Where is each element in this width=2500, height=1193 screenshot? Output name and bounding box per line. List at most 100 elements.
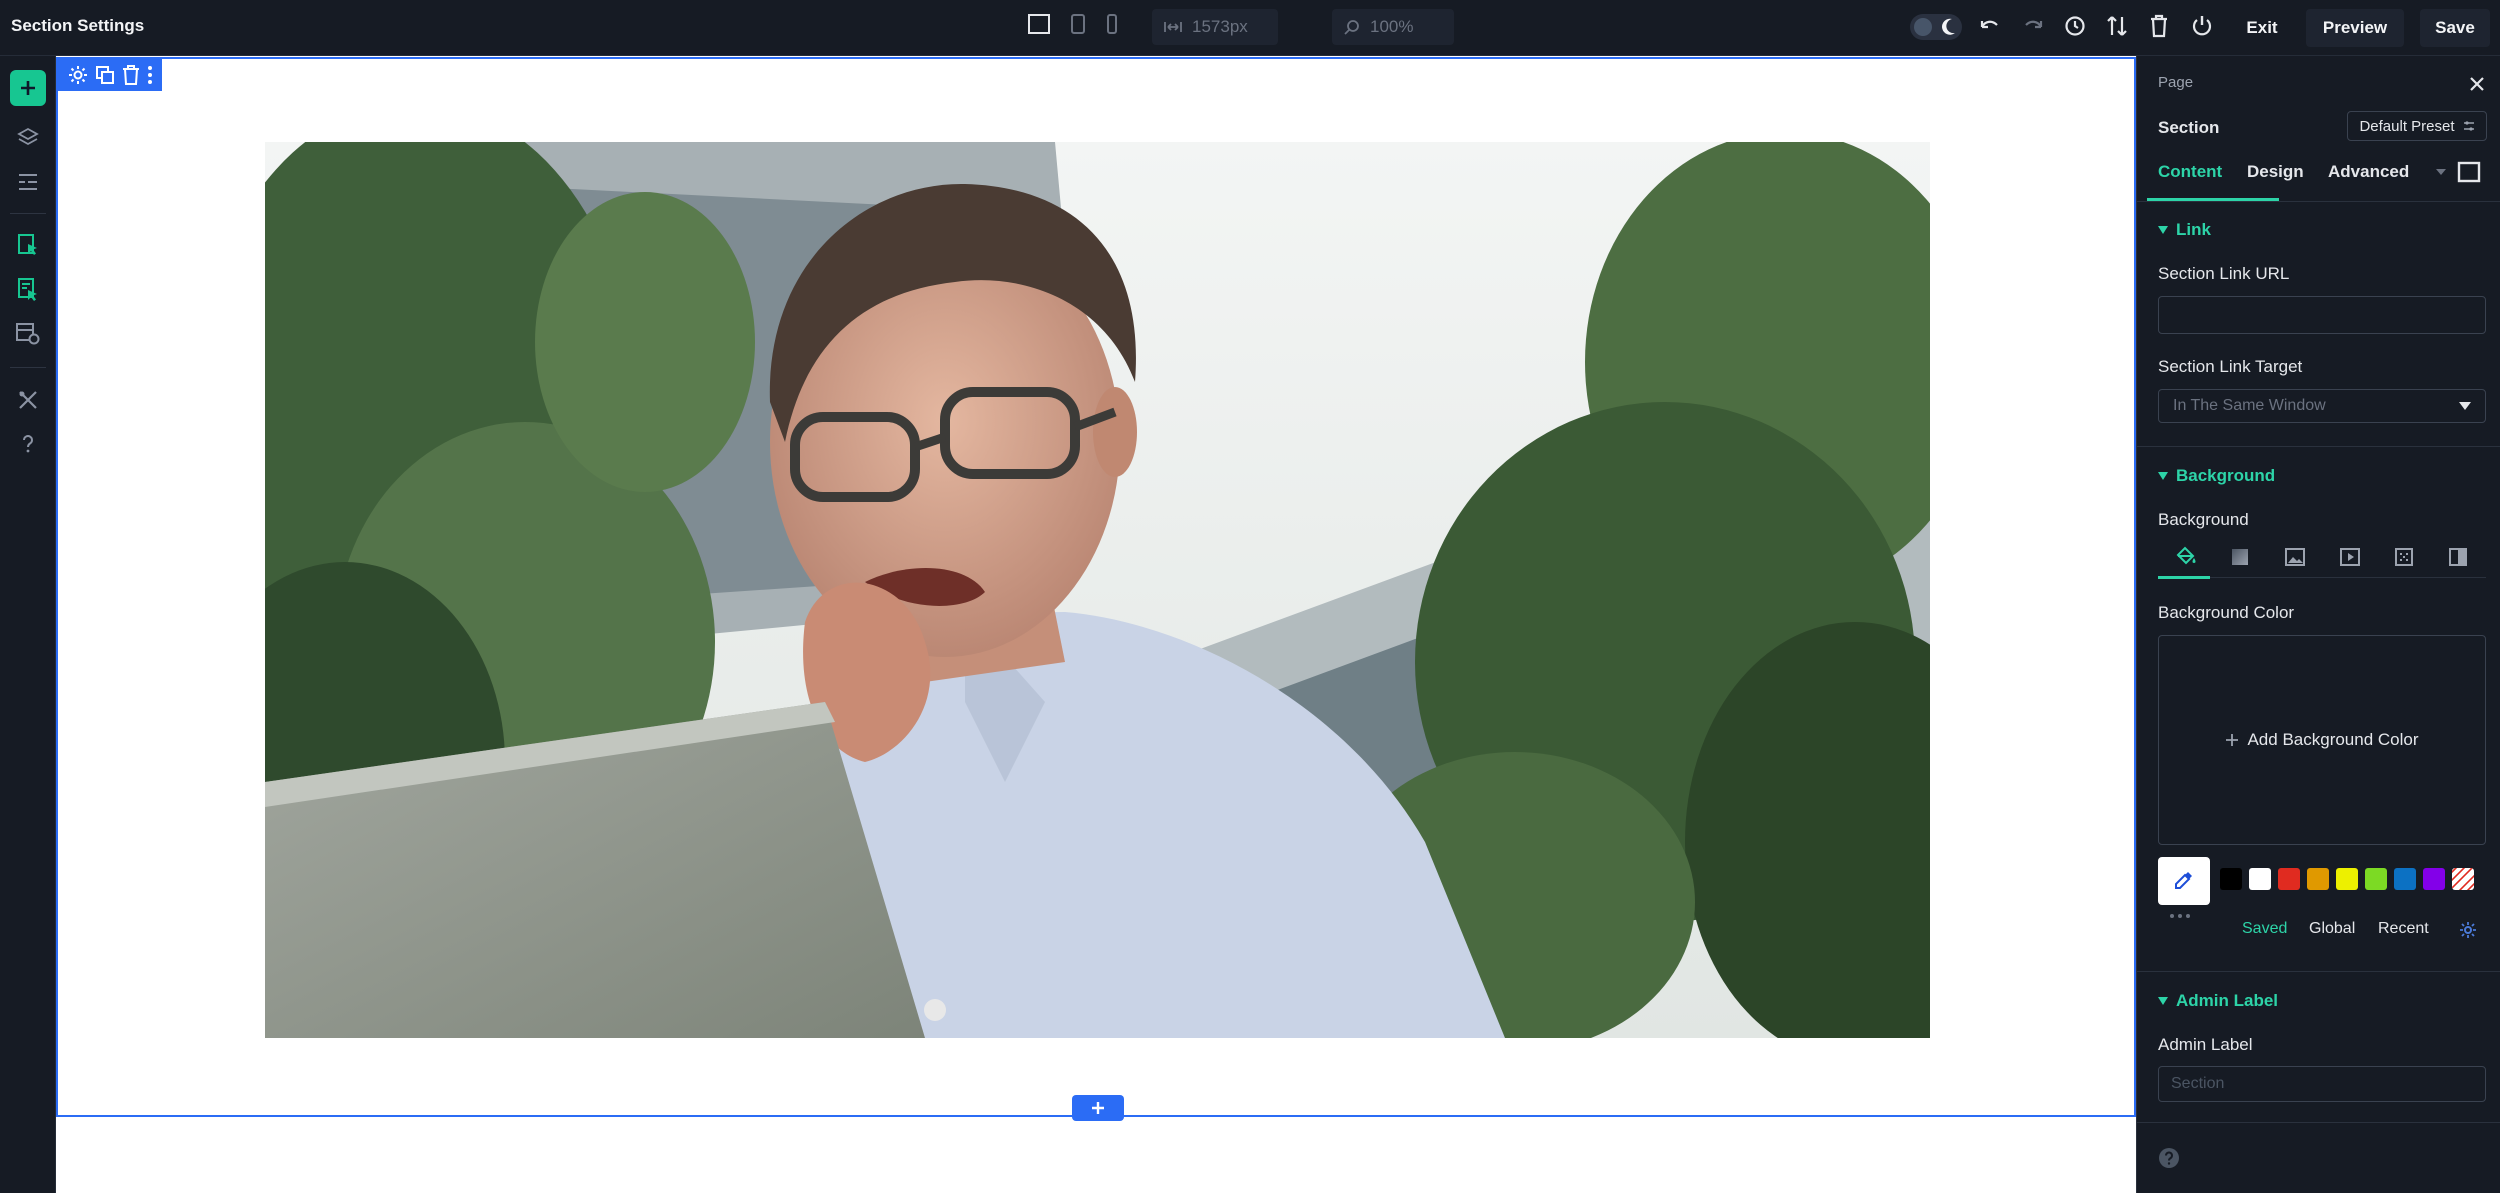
pattern-icon[interactable] bbox=[2395, 548, 2413, 566]
add-row-button[interactable] bbox=[1072, 1095, 1124, 1121]
color-picker-button[interactable] bbox=[2158, 857, 2210, 905]
color-fill-icon[interactable] bbox=[2175, 546, 2197, 566]
link-group-title: Link bbox=[2176, 220, 2211, 239]
power-icon[interactable] bbox=[2191, 14, 2213, 38]
panel-element-title: Section bbox=[2158, 118, 2220, 137]
preset-dropdown[interactable]: Default Preset bbox=[2347, 111, 2487, 141]
selected-section[interactable] bbox=[56, 57, 2136, 1121]
section-toolbar bbox=[58, 59, 162, 91]
left-rail bbox=[0, 56, 56, 1193]
palette-settings-gear-icon[interactable] bbox=[2459, 921, 2477, 939]
save-button[interactable]: Save bbox=[2420, 9, 2490, 47]
sort-arrows-icon[interactable] bbox=[2106, 14, 2128, 38]
redo-icon[interactable] bbox=[2022, 15, 2044, 37]
trash-icon[interactable] bbox=[2149, 14, 2169, 38]
app-title: Section Settings bbox=[11, 16, 145, 35]
swatch-yellow[interactable] bbox=[2336, 868, 2358, 890]
section-link-target-select[interactable]: In The Same Window bbox=[2158, 389, 2486, 423]
duplicate-icon[interactable] bbox=[95, 65, 115, 85]
admin-label-input[interactable] bbox=[2158, 1066, 2486, 1102]
admin-label-label: Admin Label bbox=[2158, 1035, 2253, 1054]
delete-section-icon[interactable] bbox=[122, 65, 140, 85]
background-tab-indicator bbox=[2158, 576, 2210, 579]
add-background-color-area[interactable]: Add Background Color bbox=[2158, 635, 2486, 845]
section-link-url-input[interactable] bbox=[2158, 296, 2486, 334]
rail-divider bbox=[10, 213, 46, 214]
tab-design[interactable]: Design bbox=[2247, 162, 2304, 182]
admin-group-toggle[interactable]: Admin Label bbox=[2158, 991, 2278, 1011]
section-image[interactable] bbox=[265, 142, 1930, 1038]
plus-icon bbox=[2226, 734, 2239, 746]
background-tab-line bbox=[2210, 577, 2486, 578]
plus-icon bbox=[10, 70, 46, 106]
help-circle-icon[interactable] bbox=[2158, 1147, 2180, 1169]
preset-label: Default Preset bbox=[2359, 117, 2455, 135]
background-group-toggle[interactable]: Background bbox=[2158, 466, 2275, 486]
swatch-orange[interactable] bbox=[2307, 868, 2329, 890]
template-settings-icon[interactable] bbox=[8, 316, 48, 352]
top-bar: Section Settings 1573px 100% Exit Previe… bbox=[0, 0, 2500, 56]
eyedropper-icon bbox=[2175, 872, 2192, 889]
gradient-icon[interactable] bbox=[2231, 548, 2249, 566]
tablet-view-icon[interactable] bbox=[1070, 14, 1086, 34]
panel-breadcrumb[interactable]: Page bbox=[2158, 74, 2193, 91]
expand-panel-icon[interactable] bbox=[2457, 161, 2481, 183]
canvas-width-field[interactable]: 1573px bbox=[1152, 9, 1278, 45]
swatch-none[interactable] bbox=[2452, 868, 2474, 890]
builder-canvas bbox=[56, 56, 2136, 1193]
multi-select-icon[interactable] bbox=[8, 272, 48, 308]
background-color-label: Background Color bbox=[2158, 603, 2295, 622]
group-divider bbox=[2137, 971, 2500, 972]
link-group-toggle[interactable]: Link bbox=[2158, 220, 2211, 240]
page-select-icon[interactable] bbox=[8, 228, 48, 264]
dark-mode-toggle[interactable] bbox=[1910, 14, 1962, 40]
video-icon[interactable] bbox=[2340, 548, 2360, 566]
tabs-divider bbox=[2137, 201, 2500, 202]
add-module-button[interactable] bbox=[8, 70, 48, 106]
tab-advanced[interactable]: Advanced bbox=[2328, 162, 2409, 182]
undo-icon[interactable] bbox=[1979, 15, 2001, 37]
swatch-black[interactable] bbox=[2220, 868, 2242, 890]
palette-tab-recent[interactable]: Recent bbox=[2378, 920, 2429, 938]
swatch-purple[interactable] bbox=[2423, 868, 2445, 890]
caret-down-icon bbox=[2158, 472, 2168, 480]
zoom-search-icon bbox=[1344, 19, 1360, 35]
exit-button[interactable]: Exit bbox=[2236, 9, 2288, 47]
palette-tab-saved[interactable]: Saved bbox=[2242, 920, 2287, 938]
palette-tab-global[interactable]: Global bbox=[2309, 920, 2355, 938]
mask-icon[interactable] bbox=[2449, 548, 2467, 566]
settings-panel: Page Section Default Preset Content Desi… bbox=[2136, 56, 2500, 1193]
chevron-down-icon[interactable] bbox=[2436, 169, 2446, 175]
phone-view-icon[interactable] bbox=[1106, 14, 1118, 34]
close-icon[interactable] bbox=[2469, 76, 2485, 92]
layers-icon[interactable] bbox=[8, 120, 48, 156]
group-divider bbox=[2137, 1122, 2500, 1123]
section-link-url-label: Section Link URL bbox=[2158, 264, 2290, 283]
section-settings-gear-icon[interactable] bbox=[68, 65, 88, 85]
zoom-value: 100% bbox=[1370, 17, 1414, 36]
chevron-down-icon bbox=[2459, 402, 2471, 410]
wireframe-icon[interactable] bbox=[8, 164, 48, 200]
zoom-field[interactable]: 100% bbox=[1332, 9, 1454, 45]
section-link-target-value: In The Same Window bbox=[2173, 397, 2326, 414]
tab-content[interactable]: Content bbox=[2158, 162, 2222, 182]
more-swatches-icon[interactable] bbox=[2170, 914, 2190, 918]
tools-icon[interactable] bbox=[8, 382, 48, 418]
history-icon[interactable] bbox=[2064, 15, 2086, 37]
preset-adjust-icon bbox=[2463, 120, 2475, 132]
swatch-red[interactable] bbox=[2278, 868, 2300, 890]
canvas-width-value: 1573px bbox=[1192, 17, 1248, 36]
group-divider bbox=[2137, 446, 2500, 447]
preview-button[interactable]: Preview bbox=[2306, 9, 2404, 47]
desktop-view-icon[interactable] bbox=[1028, 14, 1050, 34]
help-icon[interactable] bbox=[8, 426, 48, 462]
admin-group-title: Admin Label bbox=[2176, 991, 2279, 1010]
image-icon[interactable] bbox=[2285, 548, 2305, 566]
plus-icon bbox=[1092, 1102, 1104, 1114]
swatch-green[interactable] bbox=[2365, 868, 2387, 890]
device-switcher bbox=[1028, 14, 1118, 34]
swatch-blue[interactable] bbox=[2394, 868, 2416, 890]
swatch-white[interactable] bbox=[2249, 868, 2271, 890]
background-label: Background bbox=[2158, 510, 2249, 529]
more-options-icon[interactable] bbox=[147, 65, 153, 85]
